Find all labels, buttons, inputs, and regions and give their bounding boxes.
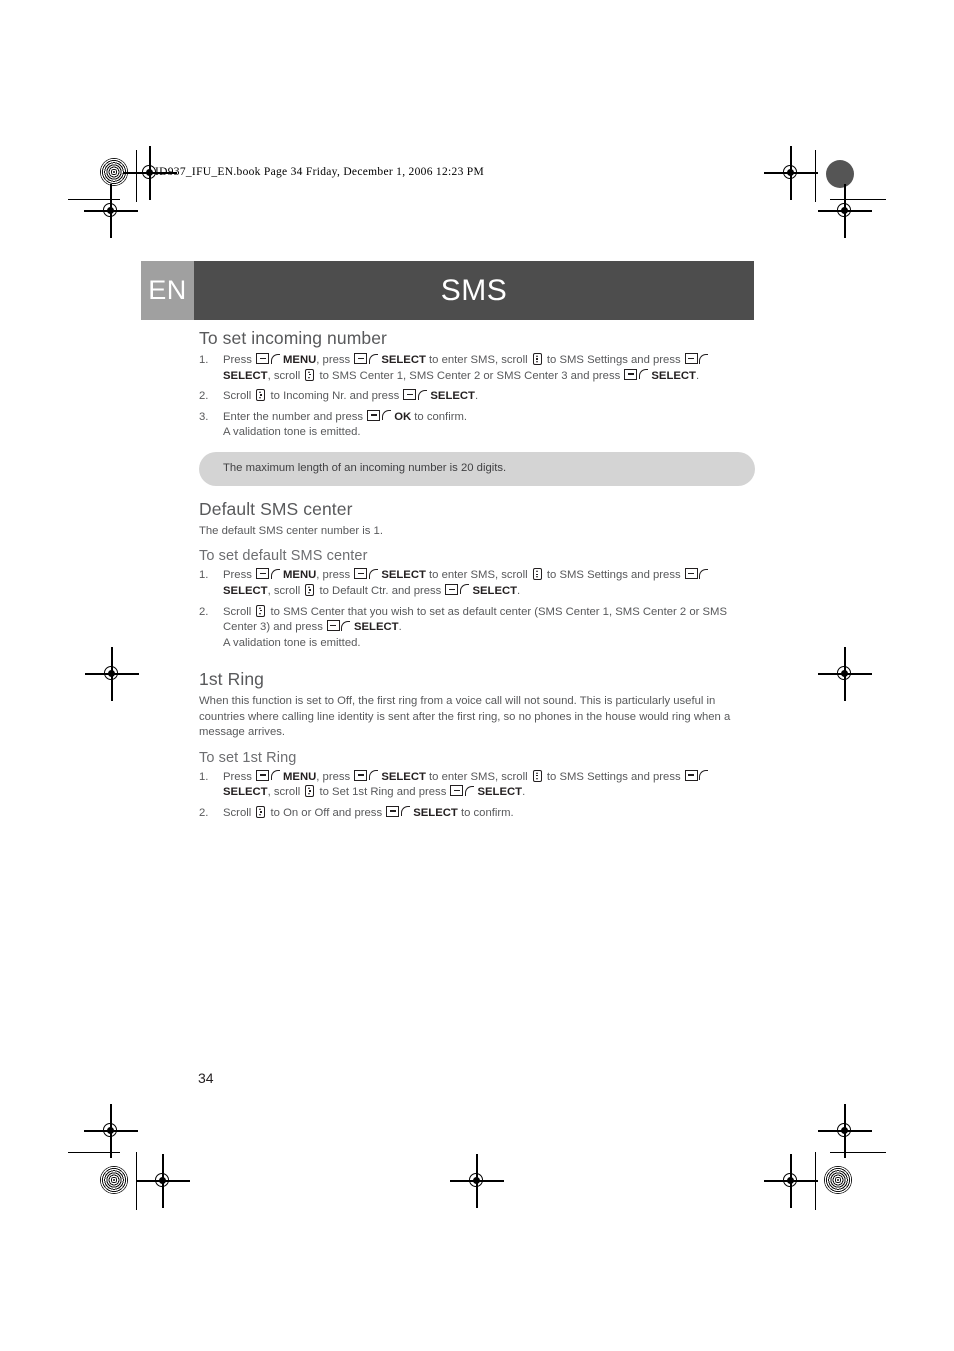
instruction-step: Press MENU, press SELECT to enter SMS, s…: [199, 353, 755, 384]
language-badge: EN: [141, 261, 194, 320]
softkey-icon: [684, 353, 710, 364]
scroll-updown-icon: [305, 368, 315, 381]
section-subheading: To set 1st Ring: [199, 749, 297, 766]
scroll-updown-icon: [256, 805, 266, 818]
section-intro-text: When this function is set to Off, the fi…: [199, 695, 731, 739]
softkey-icon: [354, 568, 379, 580]
softkey-icon: [354, 353, 379, 364]
instruction-step: Scroll to SMS Center that you wish to se…: [199, 604, 727, 649]
softkey-icon: [386, 805, 411, 817]
manual-page: EN SMS To set incoming number Press MENU,…: [0, 0, 954, 1351]
section-heading: Default SMS center: [199, 498, 353, 519]
key-label: SELECT: [477, 786, 523, 799]
key-label: MENU: [283, 354, 317, 366]
key-label: SELECT: [413, 806, 458, 819]
scroll-updown-icon: [256, 604, 266, 617]
key-label: MENU: [283, 770, 317, 783]
softkey-icon: [354, 769, 379, 781]
softkey-icon: [326, 620, 352, 632]
instruction-step: Enter the number and press OK to confirm…: [199, 409, 468, 439]
scroll-updown-icon: [256, 389, 266, 402]
instruction-step: Scroll to On or Off and press SELECT to …: [199, 805, 514, 821]
softkey-icon: [450, 785, 475, 797]
instruction-step: Press MENU, press SELECT to enter SMS, s…: [199, 769, 755, 801]
note-callout: The maximum length of an incoming number…: [199, 451, 755, 486]
key-label: SELECT: [223, 584, 268, 597]
scroll-updown-icon: [532, 353, 542, 365]
softkey-icon: [256, 568, 281, 580]
section-subheading: To set default SMS center: [199, 548, 368, 565]
key-label: OK: [394, 410, 412, 423]
scroll-updown-icon: [305, 785, 315, 798]
page-title: SMS: [194, 261, 754, 320]
key-label: SELECT: [381, 770, 426, 783]
instruction-step-list: Press MENU, press SELECT to enter SMS, s…: [199, 568, 755, 651]
instruction-step-list: Press MENU, press SELECT to enter SMS, s…: [199, 769, 755, 822]
key-label: SELECT: [223, 786, 268, 799]
softkey-icon: [684, 769, 710, 781]
section-heading: 1st Ring: [199, 669, 264, 690]
softkey-icon: [367, 409, 392, 421]
softkey-icon: [445, 583, 470, 595]
softkey-icon: [624, 368, 649, 380]
key-label: MENU: [283, 569, 317, 582]
softkey-icon: [403, 389, 428, 401]
instruction-step-list: Press MENU, press SELECT to enter SMS, s…: [199, 353, 755, 441]
softkey-icon: [256, 353, 281, 364]
section-intro-text: The default SMS center number is 1.: [199, 524, 383, 537]
key-label: SELECT: [430, 390, 475, 403]
scroll-updown-icon: [532, 769, 542, 782]
scroll-updown-icon: [532, 568, 542, 581]
key-label: SELECT: [223, 369, 268, 382]
softkey-icon: [256, 769, 281, 781]
instruction-step: Scroll to Incoming Nr. and press SELECT.: [199, 389, 479, 404]
section-heading: To set incoming number: [199, 328, 387, 348]
instruction-step: Press MENU, press SELECT to enter SMS, s…: [199, 568, 755, 599]
key-label: SELECT: [353, 621, 399, 634]
key-label: SELECT: [472, 584, 518, 597]
page-number: 34: [198, 1070, 214, 1086]
softkey-icon: [684, 568, 710, 580]
key-label: SELECT: [381, 569, 426, 582]
page-content: To set incoming number Press MENU, press …: [199, 328, 755, 826]
scroll-updown-icon: [305, 583, 315, 596]
page-title-row: EN SMS: [141, 261, 754, 320]
key-label: SELECT: [651, 369, 696, 382]
key-label: SELECT: [381, 354, 426, 366]
